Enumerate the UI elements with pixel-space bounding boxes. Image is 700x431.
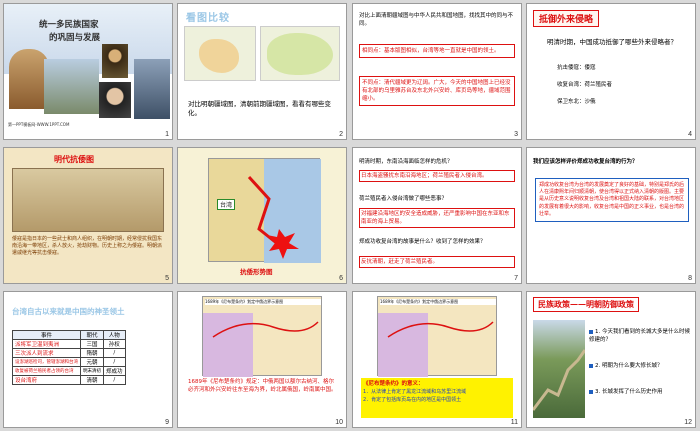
question-3: 3. 长城发挥了什么历史作用 <box>589 388 691 396</box>
slide-thumbnail-10[interactable]: 1689年《尼布楚条约》划定中俄边界示意图 1689年《尼布楚条约》规定：中俄两… <box>177 291 347 428</box>
slide-header: 抵御外来侵略 <box>533 10 600 27</box>
answer-row-3: 保卫东北：沙俄 <box>557 99 596 105</box>
answer-2: 对福建沿海地区的安全造成威胁，还严重影响中国在东亚和东南亚的海上贸易。 <box>359 208 515 228</box>
slide-thumbnail-2[interactable]: 看图比较 对比明朝疆域图，清朝前期疆域图，看看有哪些变化。 2 <box>177 3 347 140</box>
slide-sorter-grid: 统一多民族国家 的巩固与发展 第一PPT模板网-WWW.1PPT.COM 1 看… <box>0 0 700 431</box>
slide-number: 5 <box>165 275 169 282</box>
figure-image <box>134 59 170 119</box>
slide-title: 明代抗倭图 <box>54 154 94 164</box>
question-2: 荷兰殖民者入侵台湾做了哪些恶事？ <box>359 196 448 202</box>
battle-painting-image <box>12 168 164 232</box>
question-2: 2. 明朝为什么要大修长城？ <box>589 362 691 370</box>
table-row: 设澎湖巡检司，管辖澎湖和台湾 元朝 / <box>12 357 126 367</box>
same-box: 相同点：基本版图相似，台湾等地一直就是中国的领土。 <box>359 44 515 58</box>
slide-number: 12 <box>684 419 692 426</box>
question-text: 我们应该怎样评价郑成功收复台湾的行为？ <box>533 159 638 165</box>
slide-number: 6 <box>339 275 343 282</box>
cityscape-image <box>44 59 99 114</box>
bullet-icon <box>589 389 593 394</box>
table-row: 派将军卫温到夷洲 三国 孙权 <box>12 339 126 349</box>
cathedral-image <box>9 49 49 109</box>
table-row: 设台湾府 清朝 / <box>12 375 126 385</box>
slide-title: 台湾自古以来就是中国的神圣领土 <box>12 307 125 316</box>
slide-thumbnail-4[interactable]: 抵御外来侵略 明清时期，中国成功抵御了哪些外来侵略者？ 抗击倭寇：倭寇 收复台湾… <box>526 3 696 140</box>
slide-title: 民族政策——明朝防御政策 <box>533 297 639 312</box>
table-row: 收复被荷兰殖民者占领的台湾 明末清初 郑成功 <box>12 366 126 376</box>
slide-number: 3 <box>514 131 518 138</box>
slide-caption: 1689年《尼布楚条约》规定：中俄两国以额尔古纳河、格尔必齐河和外兴安岭往东至海… <box>188 379 337 393</box>
table-row: 三次派人到流求 隋朝 / <box>12 348 126 358</box>
slide-number: 7 <box>514 275 518 282</box>
answer-row-1: 抗击倭寇：倭寇 <box>557 65 596 71</box>
question-text: 明清时期，中国成功抵御了哪些外来侵略者？ <box>547 38 677 46</box>
slide-thumbnail-7[interactable]: 明清时期，东南沿海面临怎样的危机？ 日本海盗骚扰东南沿海地区；荷兰殖民者入侵台湾… <box>352 147 522 284</box>
significance-box: 《尼布楚条约》的意义： 1．从法律上肯定了黑龙江流域和乌苏里江流域 2．肯定了包… <box>361 378 513 418</box>
question-1: 明清时期，东南沿海面临怎样的危机？ <box>359 159 453 165</box>
mona-lisa-image <box>102 44 128 78</box>
slide-title: 看图比较 <box>186 13 230 24</box>
slide-number: 2 <box>339 131 343 138</box>
header-dynasty: 朝代 <box>80 330 104 340</box>
header-event: 事件 <box>12 330 81 340</box>
question-3: 郑成功收复台湾的故事是什么？收到了怎样的效果？ <box>359 239 486 245</box>
header-person: 人物 <box>103 330 126 340</box>
footer-text: 第一PPT模板网-WWW.1PPT.COM <box>8 122 70 127</box>
slide-thumbnail-5[interactable]: 明代抗倭图 倭寇是指日本的一些武士和商人组织，在明朝时期，经常侵扰我国东南沿海一… <box>3 147 173 284</box>
note-line-1: 1．从法律上肯定了黑龙江流域和乌苏里江流域 <box>363 389 467 395</box>
portrait-image <box>99 82 131 118</box>
slide-thumbnail-8[interactable]: 我们应该怎样评价郑成功收复台湾的行为？ 郑成功收复台湾为台湾的发展奠定了良好的基… <box>526 147 696 284</box>
slide-thumbnail-3[interactable]: 对比上面清朝疆域图与中华人民共和国地图，找找其中的同与不同。 相同点：基本版图相… <box>352 3 522 140</box>
diff-box: 不同点：清代疆域更为辽阔。广大，今天的中国地图上已经没有北部的乌里雅苏台及东北外… <box>359 76 515 106</box>
note-title: 《尼布楚条约》的意义： <box>363 381 424 387</box>
answer-1: 日本海盗骚扰东南沿海地区；荷兰殖民者入侵台湾。 <box>359 170 515 182</box>
title-line-1: 统一多民族国家 <box>39 20 99 30</box>
bullet-icon <box>589 329 593 334</box>
slide-thumbnail-6[interactable]: 台湾 抗倭形势图 6 <box>177 147 347 284</box>
events-table: 事件 朝代 人物 派将军卫温到夷洲 三国 孙权 三次派人到流求 隋朝 / 设澎湖… <box>12 330 126 385</box>
ming-map-image <box>184 26 256 81</box>
great-wall-image <box>533 320 585 418</box>
slide-number: 1 <box>165 131 169 138</box>
taiwan-label: 台湾 <box>217 199 236 210</box>
intro-text: 对比上面清朝疆域图与中华人民共和国地图，找找其中的同与不同。 <box>359 13 514 27</box>
note-line-2: 2．肯定了包括库页岛在内的地区是中国领土 <box>363 397 462 403</box>
slide-number: 9 <box>165 419 169 426</box>
coast-map-image: 台湾 <box>208 158 321 263</box>
qing-map-image <box>260 26 340 81</box>
slide-number: 4 <box>688 131 692 138</box>
slide-number: 8 <box>688 275 692 282</box>
answer-box: 郑成功收复台湾为台湾的发展奠定了良好的基础，特别是郑氏的后人在清康熙年间归顺清朝… <box>535 178 689 223</box>
answer-row-2: 收复台湾：荷兰殖民者 <box>557 82 613 88</box>
treaty-map-image: 1689年《尼布楚条约》划定中俄边界示意图 <box>202 296 322 377</box>
answer-3: 反抗清朝，赶走了荷兰殖民者。 <box>359 256 515 268</box>
treaty-map-image: 1689年《尼布楚条约》划定中俄边界示意图 <box>377 296 497 377</box>
slide-thumbnail-12[interactable]: 民族政策——明朝防御政策 1. 今天我们看到的长城大多是什么时候修建的？ 2. … <box>526 291 696 428</box>
slide-body: 倭寇是指日本的一些武士和商人组织，在明朝时期，经常侵扰我国东南沿海一带地区，杀人… <box>12 236 163 256</box>
question-1: 1. 今天我们看到的长城大多是什么时候修建的？ <box>589 329 690 343</box>
title-line-2: 的巩固与发展 <box>49 33 101 43</box>
slide-thumbnail-11[interactable]: 1689年《尼布楚条约》划定中俄边界示意图 《尼布楚条约》的意义： 1．从法律上… <box>352 291 522 428</box>
slide-caption: 抗倭形势图 <box>240 268 273 276</box>
slide-number: 11 <box>510 419 518 426</box>
slide-thumbnail-9[interactable]: 台湾自古以来就是中国的神圣领土 事件 朝代 人物 派将军卫温到夷洲 三国 孙权 … <box>3 291 173 428</box>
slide-caption: 对比明朝疆域图，清朝前期疆域图，看看有哪些变化。 <box>188 100 331 117</box>
bullet-icon <box>589 363 593 368</box>
slide-thumbnail-1[interactable]: 统一多民族国家 的巩固与发展 第一PPT模板网-WWW.1PPT.COM 1 <box>3 3 173 140</box>
slide-number: 10 <box>335 419 343 426</box>
